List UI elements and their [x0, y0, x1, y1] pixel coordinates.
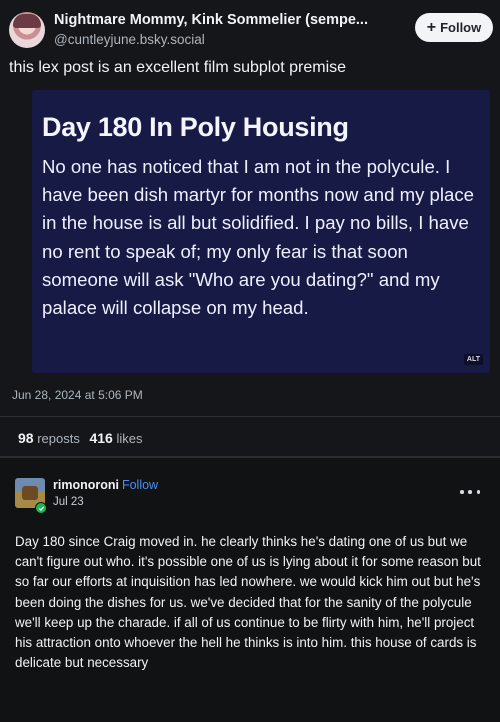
tumblr-post-text: Day 180 since Craig moved in. he clearly… [15, 534, 481, 671]
plus-icon: + [426, 18, 437, 36]
tumblr-post: rimonoroni Follow Jul 23 Day 180 since Cr… [0, 458, 500, 722]
likes-count[interactable]: 416 [89, 430, 112, 446]
divider [0, 416, 500, 417]
post-text: this lex post is an excellent film subpl… [9, 59, 347, 76]
embedded-image[interactable]: Day 180 In Poly Housing No one has notic… [32, 90, 490, 373]
post-stats: 98 reposts 416 likes [18, 430, 142, 446]
alt-badge[interactable]: ALT [463, 354, 483, 365]
bluesky-post: Nightmare Mommy, Kink Sommelier (sempe..… [0, 0, 500, 456]
likes-label[interactable]: likes [116, 431, 142, 446]
reposts-label[interactable]: reposts [37, 431, 80, 446]
blog-username: rimonoroni Follow [53, 478, 158, 492]
more-dots-icon[interactable] [460, 489, 480, 495]
embedded-image-body: No one has noticed that I am not in the … [42, 156, 475, 319]
post-date[interactable]: Jul 23 [53, 496, 84, 508]
follow-button-label: Follow [440, 20, 482, 35]
post-timestamp: Jun 28, 2024 at 5:06 PM [12, 388, 143, 402]
follow-link[interactable]: Follow [122, 478, 158, 492]
verified-check-icon [35, 502, 47, 514]
reposts-count[interactable]: 98 [18, 430, 34, 446]
user-avatar-icon[interactable] [9, 12, 45, 48]
author-handle[interactable]: @cuntleyjune.bsky.social [54, 32, 205, 47]
embedded-image-title: Day 180 In Poly Housing [42, 112, 349, 142]
author-display-name[interactable]: Nightmare Mommy, Kink Sommelier (sempe..… [54, 12, 368, 28]
follow-button[interactable]: + Follow [415, 13, 493, 42]
username-link[interactable]: rimonoroni [53, 478, 119, 492]
